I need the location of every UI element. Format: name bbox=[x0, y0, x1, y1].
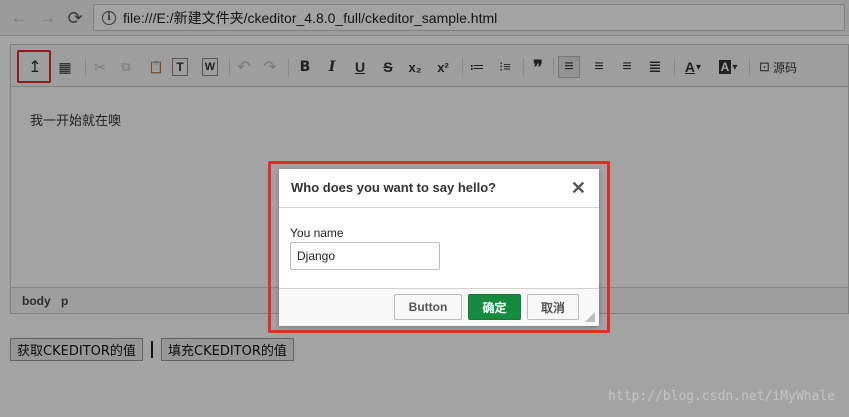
hello-dialog: Who does you want to say hello? ✕ You na… bbox=[279, 169, 599, 326]
ok-button[interactable]: 确定 bbox=[468, 294, 521, 320]
name-input[interactable] bbox=[290, 242, 440, 270]
plain-button[interactable]: Button bbox=[394, 294, 462, 320]
name-field-label: You name bbox=[290, 226, 344, 240]
cancel-button[interactable]: 取消 bbox=[527, 294, 579, 320]
watermark: http://blog.csdn.net/iMyWhale bbox=[608, 389, 835, 404]
close-icon[interactable]: ✕ bbox=[571, 178, 586, 199]
dialog-body: You name bbox=[279, 209, 599, 288]
dialog-titlebar[interactable]: Who does you want to say hello? ✕ bbox=[279, 169, 599, 208]
dialog-footer: Button 确定 取消 bbox=[279, 288, 599, 326]
resize-handle-icon[interactable] bbox=[585, 312, 595, 322]
dialog-title: Who does you want to say hello? bbox=[291, 180, 497, 195]
